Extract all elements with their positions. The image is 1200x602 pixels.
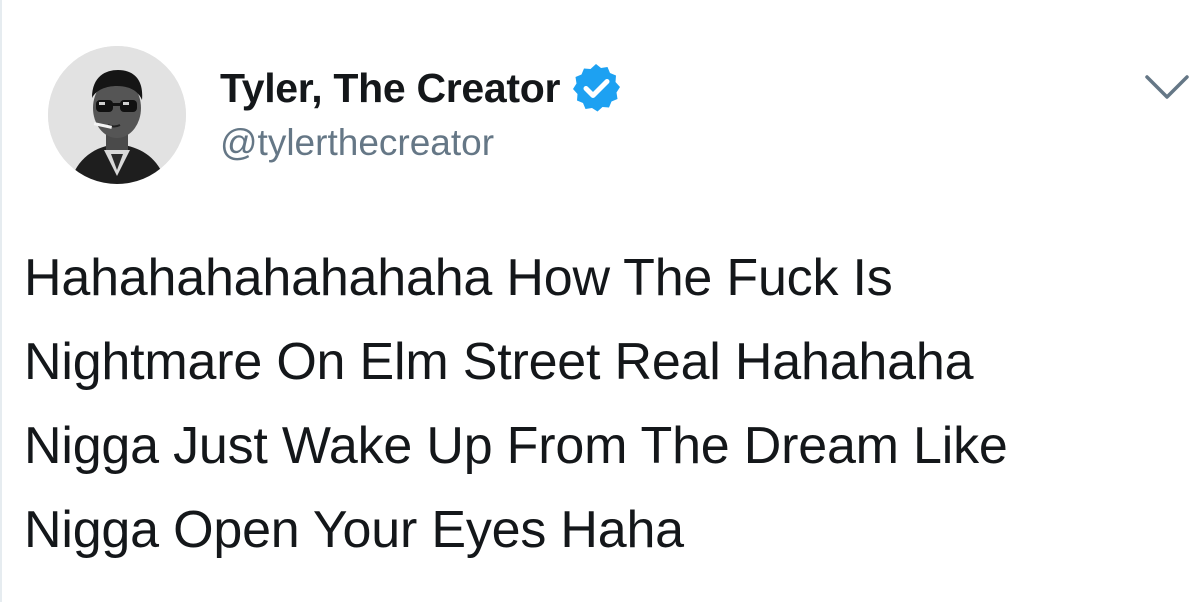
author-handle[interactable]: @tylerthecreator — [220, 118, 494, 168]
verified-badge-icon — [573, 64, 621, 112]
author-display-name[interactable]: Tyler, The Creator — [220, 60, 560, 116]
tweet-text: Hahahahahahahaha How The Fuck Is Nightma… — [24, 249, 1008, 559]
chevron-down-icon[interactable] — [1144, 72, 1190, 104]
tweet-card: Tyler, The Creator @tylerthecreator Haha… — [0, 0, 1200, 602]
author-name-row: Tyler, The Creator — [220, 60, 622, 116]
profile-photo-icon — [48, 46, 186, 184]
author-avatar[interactable] — [48, 46, 186, 184]
